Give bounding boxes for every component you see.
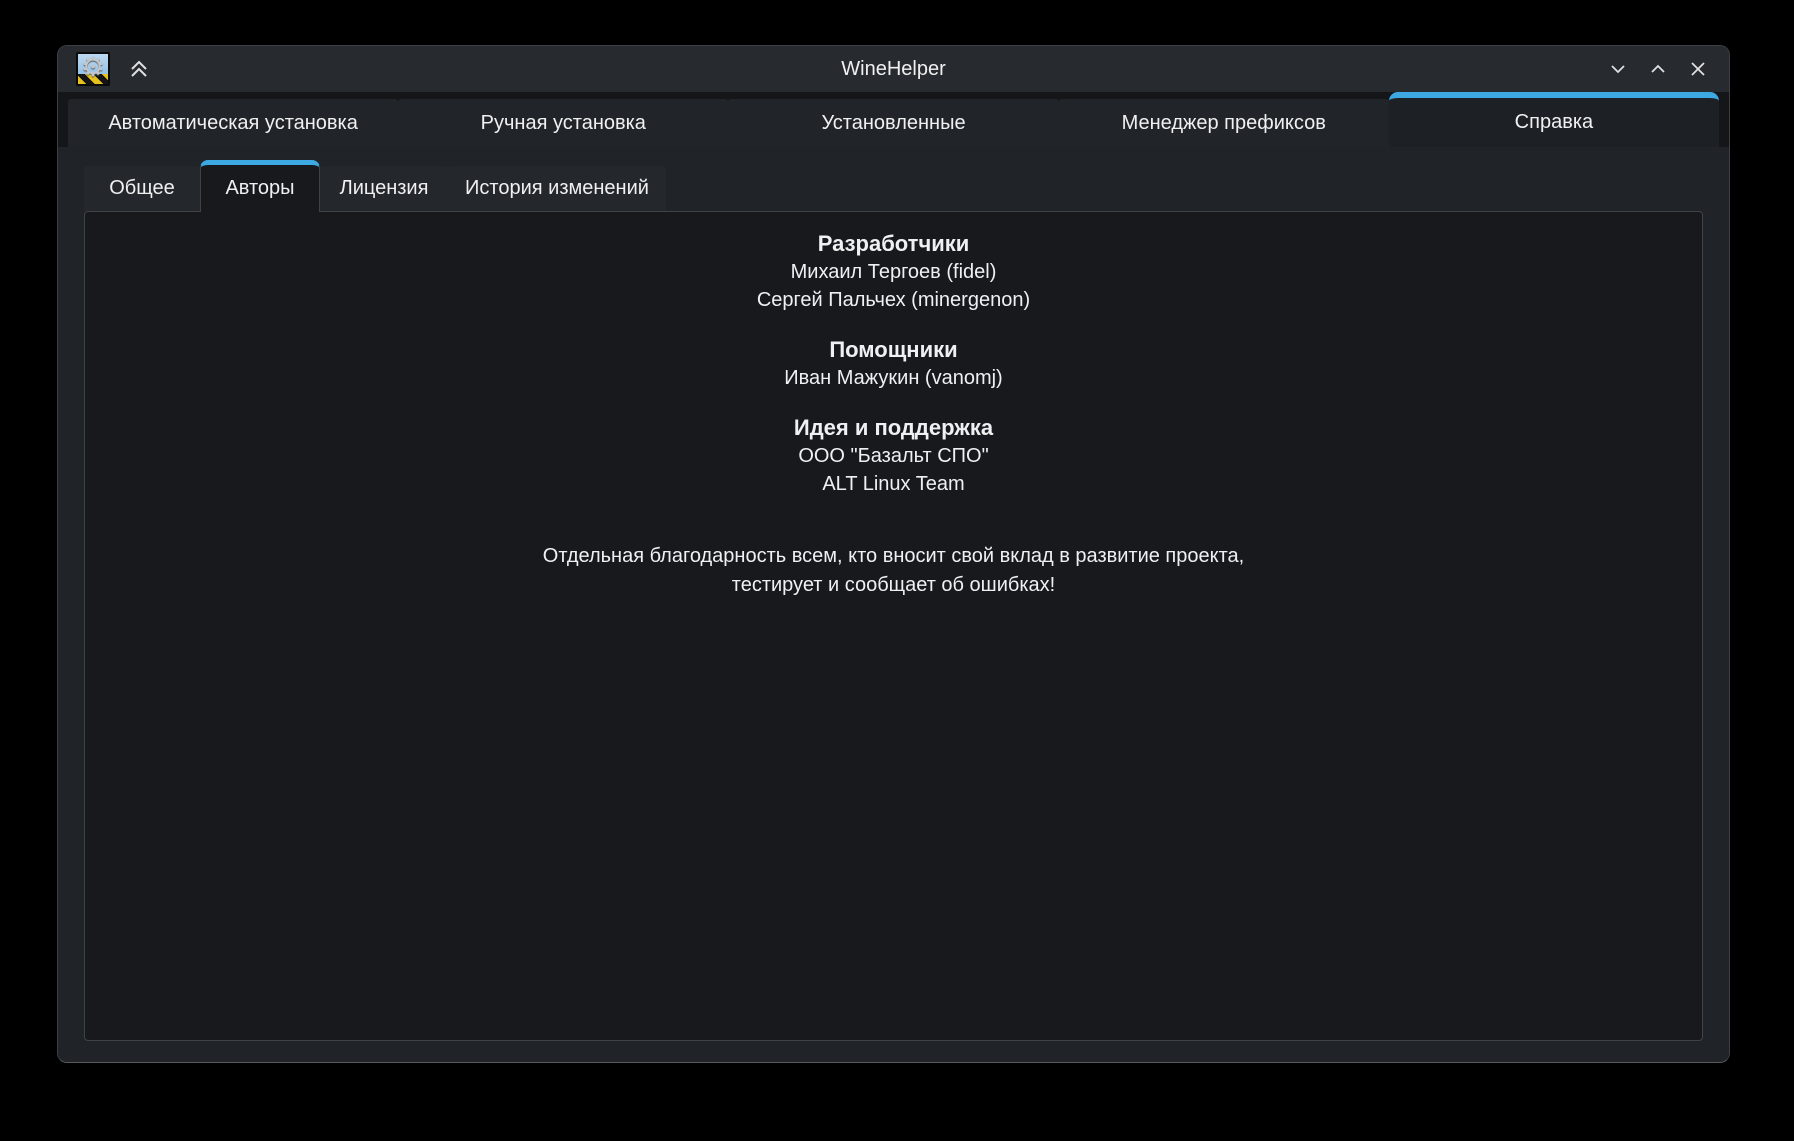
subtab-license[interactable]: Лицензия <box>320 166 448 211</box>
authors-content: Разработчики Михаил Тергоев (fidel) Серг… <box>84 211 1703 1041</box>
credit-line: Сергей Пальчех (minergenon) <box>85 286 1702 314</box>
maximize-button[interactable] <box>1645 56 1671 82</box>
chevron-down-icon <box>1607 58 1629 80</box>
tab-auto-install[interactable]: Автоматическая установка <box>68 99 398 147</box>
subtab-changelog[interactable]: История изменений <box>448 166 666 211</box>
credit-line: ALT Linux Team <box>85 470 1702 498</box>
developers-section: Разработчики Михаил Тергоев (fidel) Серг… <box>85 230 1702 314</box>
thanks-line: тестирует и сообщает об ошибках! <box>85 571 1702 600</box>
main-tabbar: Автоматическая установка Ручная установк… <box>58 92 1729 147</box>
subtab-general[interactable]: Общее <box>84 166 200 211</box>
winehelper-window: ⚙ WineHelper <box>57 45 1730 1063</box>
help-page: Общее Авторы Лицензия История изменений … <box>58 147 1729 1062</box>
credit-line: Михаил Тергоев (fidel) <box>85 258 1702 286</box>
sub-tabbar: Общее Авторы Лицензия История изменений <box>84 159 1703 211</box>
close-button[interactable] <box>1685 56 1711 82</box>
credit-line: Иван Мажукин (vanomj) <box>85 364 1702 392</box>
idea-support-section: Идея и поддержка ООО "Базальт СПО" ALT L… <box>85 414 1702 498</box>
helpers-section: Помощники Иван Мажукин (vanomj) <box>85 336 1702 392</box>
tab-help[interactable]: Справка <box>1389 92 1719 147</box>
close-icon <box>1687 58 1709 80</box>
window-controls <box>1605 56 1711 82</box>
section-heading: Идея и поддержка <box>85 414 1702 442</box>
section-heading: Помощники <box>85 336 1702 364</box>
gear-icon: ⚙ <box>76 52 110 84</box>
minimize-button[interactable] <box>1605 56 1631 82</box>
tab-prefix-manager[interactable]: Менеджер префиксов <box>1059 99 1389 147</box>
app-icon[interactable]: ⚙ <box>76 52 110 86</box>
tab-installed[interactable]: Установленные <box>728 99 1058 147</box>
window-title: WineHelper <box>58 58 1729 81</box>
chevron-double-up-icon <box>127 57 151 81</box>
section-heading: Разработчики <box>85 230 1702 258</box>
titlebar[interactable]: ⚙ WineHelper <box>58 46 1729 92</box>
thanks-note: Отдельная благодарность всем, кто вносит… <box>85 542 1702 600</box>
desktop: ⚙ WineHelper <box>0 0 1794 1141</box>
tab-manual-install[interactable]: Ручная установка <box>398 99 728 147</box>
chevron-up-icon <box>1647 58 1669 80</box>
shade-button[interactable] <box>126 56 152 82</box>
subtab-authors[interactable]: Авторы <box>200 160 320 212</box>
thanks-line: Отдельная благодарность всем, кто вносит… <box>85 542 1702 571</box>
credit-line: ООО "Базальт СПО" <box>85 442 1702 470</box>
